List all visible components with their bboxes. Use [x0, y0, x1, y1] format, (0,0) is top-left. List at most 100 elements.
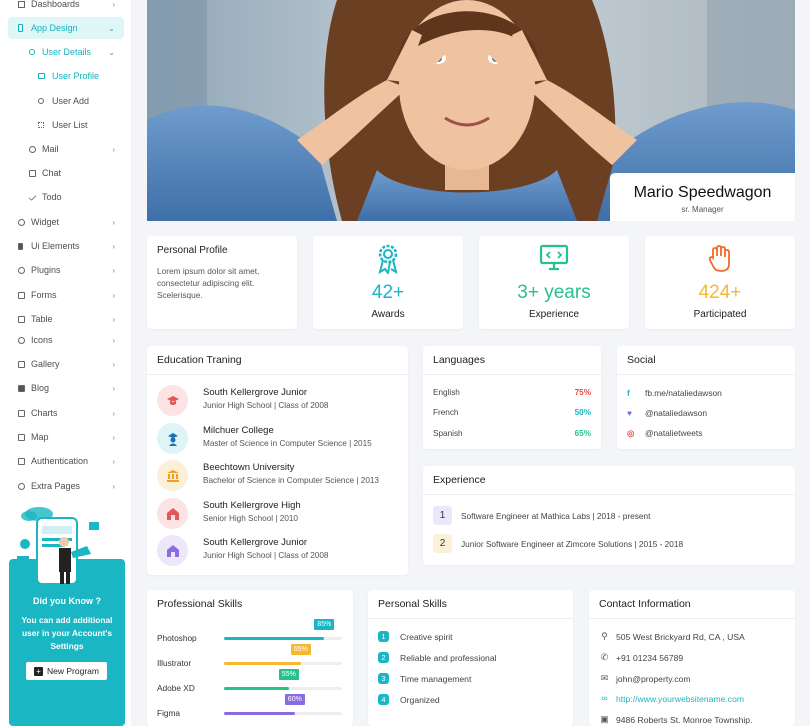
skill-row: Illustrator 65% — [157, 644, 347, 668]
card-title: Languages — [433, 354, 485, 366]
card-title: Personal Profile — [157, 245, 228, 256]
sidebar-item-extra-pages[interactable]: Extra Pages › — [0, 476, 131, 496]
list-item: Milchuer College Master of Science in Co… — [157, 421, 407, 454]
skill-progress-bar: 55% — [224, 669, 342, 690]
experience-label: Experience — [528, 309, 580, 320]
professional-skills-card: Professional Skills Photoshop 85% Illustra… — [147, 590, 353, 726]
sidebar-item-charts[interactable]: Charts › — [0, 403, 131, 423]
skill-progress-fill — [224, 662, 301, 665]
sidebar-item-mail[interactable]: Mail › — [0, 139, 131, 159]
chevron-right-icon: › — [112, 359, 115, 369]
skill-name: Illustrator — [157, 658, 192, 668]
chevron-right-icon: › — [112, 408, 115, 418]
twitter-icon: ♥ — [627, 408, 632, 418]
sidebar-item-authentication[interactable]: Authentication › — [0, 451, 131, 471]
briefcase-icon: ▣ — [600, 714, 609, 724]
raised-hand-icon — [708, 245, 730, 272]
promo-illustration — [17, 507, 105, 585]
profile-name: Mario Speedwagon — [633, 184, 772, 201]
chevron-right-icon: › — [112, 383, 115, 393]
contact-card: Contact Information ⚲ 505 West Brickyard … — [589, 590, 795, 726]
skill-percent-badge: 55% — [278, 669, 299, 680]
skill-progress-bar: 85% — [224, 619, 342, 640]
blog-icon — [18, 385, 25, 392]
skill-progress-bar: 60% — [224, 694, 342, 715]
sidebar-item-map[interactable]: Map › — [0, 427, 131, 447]
sidebar-item-todo[interactable]: Todo — [0, 187, 131, 207]
id-card-icon — [38, 73, 45, 79]
chevron-down-icon: ⌄ — [108, 23, 115, 33]
sidebar-item-user-profile[interactable]: User Profile — [0, 66, 131, 86]
divider — [147, 374, 408, 375]
sidebar-item-widget[interactable]: Widget › — [0, 212, 131, 232]
chevron-right-icon: › — [112, 265, 115, 275]
sidebar-item-user-details[interactable]: User Details ⌄ — [0, 42, 131, 62]
skill-percent-badge: 85% — [314, 619, 335, 630]
school-icon — [157, 498, 188, 529]
sidebar-item-dashboards[interactable]: Dashboards › — [0, 0, 131, 14]
sidebar-item-app-design[interactable]: App Design ⌄ — [8, 17, 124, 39]
language-row: Spanish 65% — [433, 429, 591, 438]
languages-card: Languages English 75% French 50% Spanish… — [423, 346, 601, 449]
promo-card: Did you Know ? You can add additional us… — [9, 504, 125, 726]
user-plus-icon — [38, 98, 44, 104]
pages-icon — [18, 483, 25, 490]
instagram-icon: ◎ — [627, 428, 635, 438]
participated-card: 424+ Participated — [645, 236, 795, 329]
sidebar-item-gallery[interactable]: Gallery › — [0, 354, 131, 374]
skill-progress-fill — [224, 687, 289, 690]
skill-name: Adobe XD — [157, 683, 195, 693]
list-item: South Kellergrove Junior Junior High Sch… — [157, 383, 407, 416]
lock-icon — [18, 458, 25, 465]
chevron-right-icon: › — [112, 217, 115, 227]
chevron-right-icon: › — [112, 144, 115, 154]
experience-card: Experience 1 Software Engineer at Mathic… — [423, 466, 795, 565]
map-icon — [18, 434, 25, 441]
sidebar-item-table[interactable]: Table › — [0, 309, 131, 329]
card-title: Experience — [433, 474, 486, 486]
participated-label: Participated — [693, 309, 747, 320]
social-link-instagram[interactable]: ◎ @natalietweets — [627, 428, 702, 438]
skill-progress-bar: 65% — [224, 644, 342, 665]
mail-icon — [29, 146, 36, 153]
personal-profile-text: Lorem ipsum dolor sit amet, consectetur … — [157, 266, 260, 300]
sidebar: Dashboards › App Design ⌄ User Details ⌄… — [0, 0, 131, 726]
social-link-twitter[interactable]: ♥ @nataliedawson — [627, 408, 707, 418]
sidebar-item-icons[interactable]: Icons › — [0, 330, 131, 350]
sidebar-item-chat[interactable]: Chat — [0, 163, 131, 183]
divider — [423, 374, 601, 375]
mail-icon: ✉ — [600, 673, 609, 683]
sidebar-item-ui-elements[interactable]: Ui Elements › — [0, 236, 131, 256]
gallery-icon — [18, 361, 25, 368]
card-title: Social — [627, 354, 656, 366]
card-title: Personal Skills — [378, 598, 447, 610]
experience-stat-card: 3+ years Experience — [479, 236, 629, 329]
promo-text: You can add additional user in your Acco… — [21, 615, 113, 651]
divider — [617, 374, 795, 375]
chart-icon — [18, 410, 25, 417]
chat-icon — [29, 170, 36, 177]
chevron-right-icon: › — [112, 481, 115, 491]
sidebar-item-plugins[interactable]: Plugins › — [0, 260, 131, 280]
chevron-right-icon: › — [112, 241, 115, 251]
widget-icon — [18, 219, 25, 226]
chevron-down-icon: ⌄ — [108, 47, 115, 57]
new-program-button[interactable]: + New Program — [26, 662, 107, 680]
card-title: Contact Information — [599, 598, 691, 610]
profile-name-card: Mario Speedwagon sr. Manager — [610, 173, 795, 221]
skill-progress-fill — [224, 637, 325, 640]
sidebar-item-user-add[interactable]: User Add — [0, 91, 131, 111]
sidebar-item-user-list[interactable]: User List — [0, 115, 131, 135]
sidebar-item-blog[interactable]: Blog › — [0, 378, 131, 398]
sidebar-item-forms[interactable]: Forms › — [0, 285, 131, 305]
facebook-icon: f — [627, 388, 630, 398]
social-card: Social f fb.me/nataliedawson ♥ @nataliedaw… — [617, 346, 795, 449]
divider — [423, 494, 795, 495]
table-icon — [18, 316, 25, 323]
social-link-facebook[interactable]: f fb.me/nataliedawson — [627, 388, 722, 398]
chevron-right-icon: › — [112, 432, 115, 442]
skill-name: Photoshop — [157, 633, 197, 643]
language-row: French 50% — [433, 408, 591, 417]
graduate-icon — [157, 423, 188, 454]
list-icon — [38, 122, 44, 128]
